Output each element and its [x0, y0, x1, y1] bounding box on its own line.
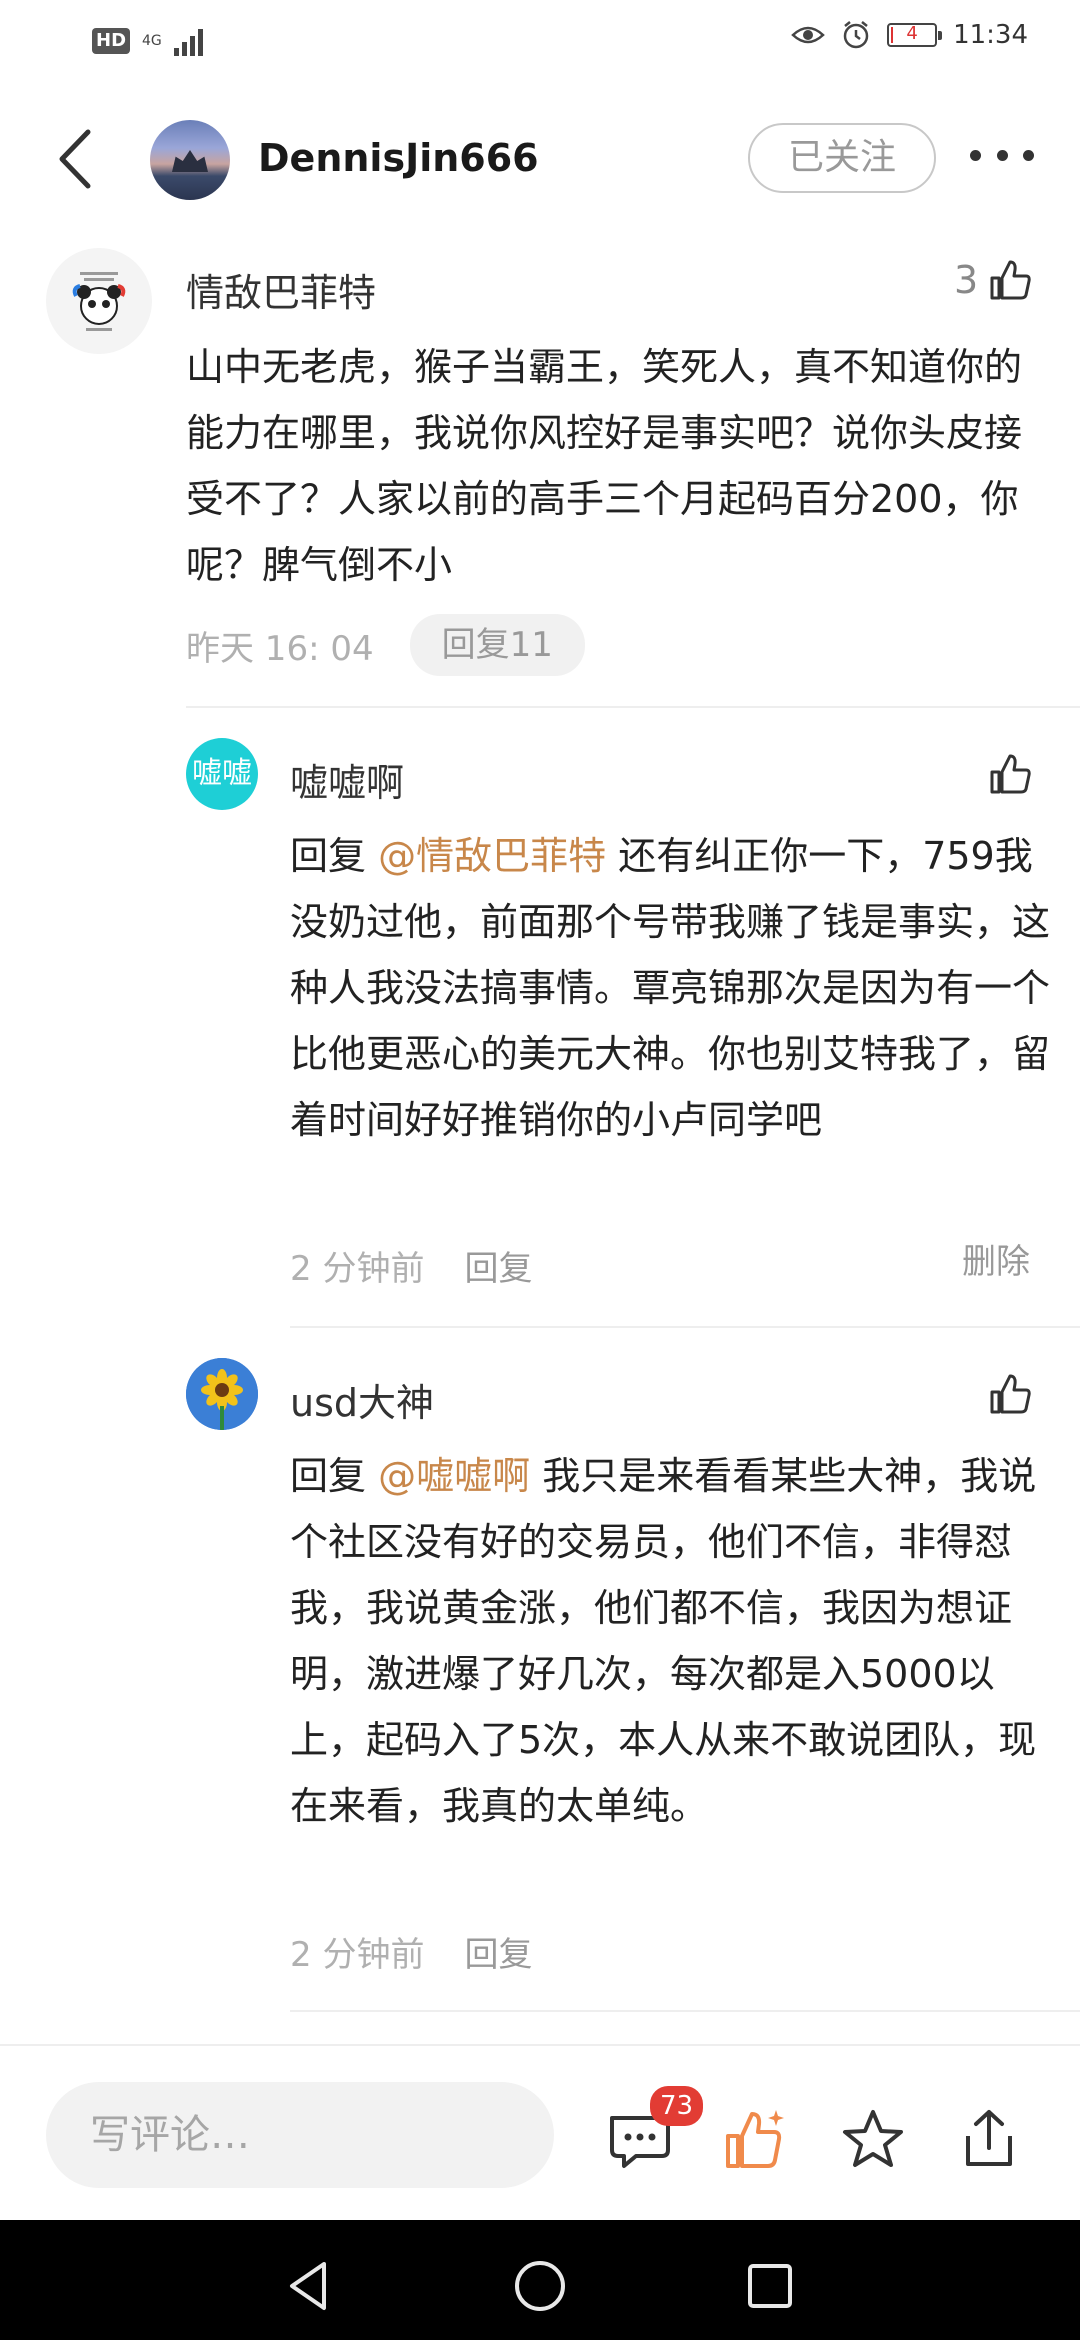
thumbs-up-icon — [990, 754, 1031, 794]
nav-back-button[interactable] — [280, 2256, 340, 2316]
comment-time: 昨天 16: 04 — [186, 628, 374, 669]
reply-button[interactable]: 回复 — [464, 1927, 532, 1976]
reply-avatar[interactable]: 嘘嘘 — [186, 738, 258, 810]
nav-recents-button[interactable] — [740, 2256, 800, 2316]
share-button[interactable] — [954, 2104, 1024, 2174]
reply-like-button[interactable] — [988, 752, 1032, 796]
sunflower-avatar-icon — [186, 1358, 258, 1430]
back-button[interactable] — [50, 124, 110, 194]
eye-comfort-icon — [791, 26, 825, 44]
alarm-icon — [843, 21, 869, 49]
signal-icon — [173, 26, 203, 56]
status-left: HD 4G — [92, 26, 203, 56]
home-circle-icon — [515, 2261, 565, 2311]
thumbs-up-icon — [990, 1374, 1031, 1414]
comment-meta: 昨天 16: 04 回复11 — [186, 612, 585, 678]
panda-avatar-icon — [72, 272, 126, 331]
comment-text: 山中无老虎，猴子当霸王，笑死人，真不知道你的能力在哪里，我说你风控好是事实吧？说… — [186, 345, 1023, 587]
like-count: 3 — [954, 258, 979, 302]
reply-time: 2 分钟前 — [290, 1934, 425, 1975]
reply-avatar-text: 嘘嘘 — [192, 756, 252, 791]
reply-meta: 2 分钟前 回复 — [290, 1922, 532, 1980]
reply-text: 回复 @嘘嘘啊 我只是来看看某些大神，我说个社区没有好的交易员，他们不信，非得怼… — [290, 1454, 1037, 1828]
network-type: 4G — [142, 33, 162, 49]
reply-author[interactable]: usd大神 — [290, 1372, 434, 1427]
reply-like-button[interactable] — [988, 1372, 1032, 1416]
top-header: DennisJin666 已关注 — [0, 100, 1080, 220]
reply-avatar[interactable] — [186, 1358, 258, 1430]
reply-author[interactable]: 嘘嘘啊 — [290, 752, 404, 807]
comment-avatar[interactable] — [46, 248, 152, 354]
divider — [186, 706, 1080, 708]
hd-icon: HD — [92, 28, 131, 54]
clock: 11:34 — [953, 20, 1028, 50]
like-article-button[interactable] — [720, 2104, 790, 2174]
reply-meta: 2 分钟前 回复 — [290, 1236, 532, 1294]
system-nav-bar — [0, 2220, 1080, 2340]
battery-icon: 4 — [887, 23, 943, 47]
status-right: 4 11:34 — [791, 20, 1028, 50]
delete-button[interactable]: 删除 — [962, 1234, 1030, 1283]
comment-input[interactable]: 写评论… — [46, 2082, 554, 2188]
bottom-action-bar: 写评论… 73 — [0, 2044, 1080, 2222]
thumbs-up-icon — [990, 260, 1031, 300]
reply-text: 回复 @情敌巴菲特 还有纠正你一下，759我没奶过他，前面那个号带我赚了钱是事实… — [290, 834, 1051, 1142]
divider — [290, 2010, 1080, 2012]
chevron-left-icon — [59, 129, 91, 189]
user-avatar[interactable] — [150, 120, 230, 200]
follow-button[interactable]: 已关注 — [748, 123, 936, 193]
status-bar: HD 4G 4 11:34 — [0, 0, 1080, 86]
back-triangle-icon — [290, 2262, 326, 2310]
star-icon — [843, 2110, 903, 2167]
comment-author[interactable]: 情敌巴菲特 — [186, 262, 376, 317]
recents-square-icon — [748, 2264, 792, 2308]
like-icon — [726, 2110, 784, 2168]
reply-time: 2 分钟前 — [290, 1248, 425, 1289]
share-icon — [966, 2110, 1012, 2166]
comment-like-button[interactable]: 3 — [954, 258, 1032, 302]
more-options-icon[interactable] — [970, 140, 1034, 170]
view-replies-button[interactable]: 回复11 — [409, 614, 585, 676]
mention-link[interactable]: @嘘嘘啊 — [378, 1454, 530, 1498]
divider — [290, 1326, 1080, 1328]
nav-home-button[interactable] — [510, 2256, 570, 2316]
username[interactable]: DennisJin666 — [258, 136, 539, 180]
reply-button[interactable]: 回复 — [464, 1241, 532, 1290]
favorite-button[interactable] — [838, 2106, 908, 2176]
comment-count-badge: 73 — [650, 2086, 704, 2126]
mention-link[interactable]: @情敌巴菲特 — [378, 834, 606, 878]
